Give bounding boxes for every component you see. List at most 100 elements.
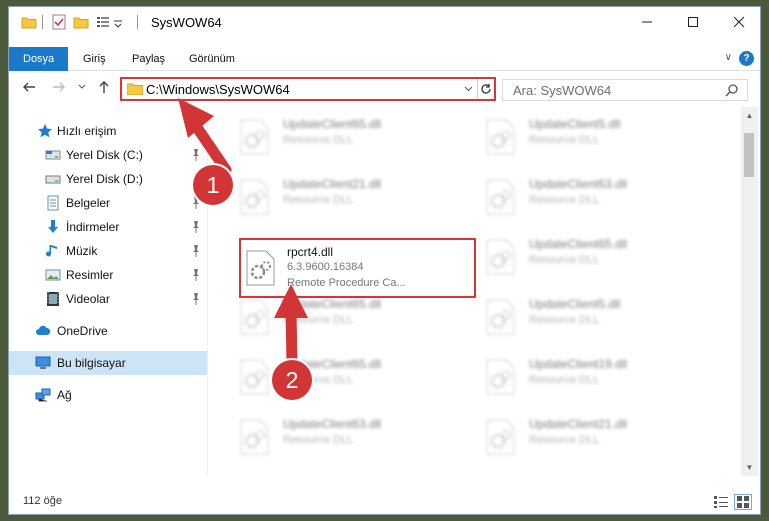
file-tile-highlighted[interactable]: rpcrt4.dll 6.3.9600.16384 Remote Procedu… bbox=[239, 238, 476, 298]
close-button[interactable] bbox=[716, 7, 760, 37]
customize-icon[interactable] bbox=[95, 14, 111, 30]
file-tile[interactable]: UpdateClient65.dll Resource DLL bbox=[461, 231, 691, 281]
sidebar-item-videos[interactable]: Videolar bbox=[9, 287, 207, 311]
arrow-up-icon bbox=[99, 81, 109, 93]
dll-file-icon bbox=[240, 359, 269, 395]
dll-file-icon bbox=[240, 119, 269, 155]
search-icon[interactable] bbox=[725, 83, 739, 97]
scroll-up-icon[interactable]: ▲ bbox=[741, 107, 758, 124]
address-path[interactable]: C:\Windows\SysWOW64 bbox=[146, 82, 290, 97]
title-bar: SysWOW64 bbox=[9, 7, 760, 37]
pin-icon[interactable] bbox=[191, 148, 201, 162]
pin-icon[interactable] bbox=[191, 220, 201, 234]
file-tile[interactable]: UpdateClient21.dll Resource DLL bbox=[461, 411, 691, 461]
navigation-bar: C:\Windows\SysWOW64 Ara: SysWOW64 bbox=[9, 71, 760, 105]
tab-view[interactable]: Görünüm bbox=[189, 47, 235, 71]
properties-icon[interactable] bbox=[51, 14, 67, 30]
dll-file-icon bbox=[240, 299, 269, 335]
search-box[interactable]: Ara: SysWOW64 bbox=[502, 79, 748, 101]
sidebar-item-pictures[interactable]: Resimler bbox=[9, 263, 207, 287]
file-name: UpdateClient65.dll bbox=[283, 117, 382, 131]
sidebar-item-label: Müzik bbox=[66, 244, 98, 258]
sidebar-item-quick-access[interactable]: Hızlı erişim bbox=[9, 119, 207, 143]
navigation-pane: Hızlı erişim Yerel Disk (C:) Yerel Disk … bbox=[9, 111, 207, 476]
help-icon[interactable]: ? bbox=[739, 51, 754, 66]
chevron-down-icon bbox=[464, 86, 472, 92]
sidebar-item-this-pc[interactable]: Bu bilgisayar bbox=[9, 351, 207, 375]
pin-icon[interactable] bbox=[191, 268, 201, 282]
sidebar-item-downloads[interactable]: İndirmeler bbox=[9, 215, 207, 239]
recent-locations-button[interactable] bbox=[77, 79, 87, 95]
forward-button[interactable] bbox=[51, 79, 67, 95]
sidebar-item-label: Yerel Disk (D:) bbox=[66, 172, 143, 186]
dll-file-icon bbox=[486, 299, 515, 335]
sidebar-item-label: Videolar bbox=[66, 292, 110, 306]
drive-icon bbox=[45, 175, 61, 184]
sidebar-item-documents[interactable]: Belgeler bbox=[9, 191, 207, 215]
file-description: Resource DLL bbox=[283, 134, 354, 146]
chevron-down-icon[interactable] bbox=[113, 14, 123, 30]
address-bar[interactable]: C:\Windows\SysWOW64 bbox=[120, 77, 496, 101]
tab-home[interactable]: Giriş bbox=[83, 47, 106, 71]
drive-icon bbox=[45, 150, 61, 160]
details-view-icon[interactable] bbox=[713, 495, 729, 509]
address-dropdown[interactable] bbox=[462, 81, 474, 97]
file-tile[interactable]: UpdateClient19.dll Resource DLL bbox=[461, 351, 691, 401]
sidebar-item-label: Bu bilgisayar bbox=[57, 356, 126, 370]
file-tile[interactable]: UpdateClient65.dll Resource DLL bbox=[215, 291, 445, 341]
file-tile[interactable]: UpdateClient5.dll Resource DLL bbox=[461, 111, 691, 161]
sidebar-item-onedrive[interactable]: OneDrive bbox=[9, 319, 207, 343]
scroll-down-icon[interactable]: ▼ bbox=[741, 459, 758, 476]
up-button[interactable] bbox=[96, 79, 112, 95]
file-description: Resource DLL bbox=[529, 254, 600, 266]
sidebar-item-local-disk-d[interactable]: Yerel Disk (D:) bbox=[9, 167, 207, 191]
file-description: Resource DLL bbox=[283, 314, 354, 326]
step-badge-1: 1 bbox=[193, 165, 233, 205]
file-tile[interactable]: UpdateClient21.dll Resource DLL bbox=[215, 171, 445, 221]
status-bar: 112 öğe bbox=[9, 490, 760, 514]
window-title: SysWOW64 bbox=[151, 15, 222, 30]
tab-share[interactable]: Paylaş bbox=[132, 47, 165, 71]
file-list: UpdateClient65.dll Resource DLL UpdateCl… bbox=[215, 107, 741, 476]
sidebar-item-network[interactable]: Ağ bbox=[9, 383, 207, 407]
refresh-button[interactable] bbox=[477, 79, 494, 99]
file-name: UpdateClient21.dll bbox=[529, 417, 628, 431]
sidebar-item-label: Ağ bbox=[57, 388, 72, 402]
back-button[interactable] bbox=[21, 79, 37, 95]
file-description: Resource DLL bbox=[529, 194, 600, 206]
pictures-icon bbox=[45, 269, 61, 281]
pin-icon[interactable] bbox=[191, 292, 201, 306]
tab-file[interactable]: Dosya bbox=[9, 47, 69, 71]
dll-file-icon bbox=[486, 359, 515, 395]
documents-icon bbox=[47, 195, 59, 211]
pin-icon[interactable] bbox=[191, 244, 201, 258]
file-version: 6.3.9600.16384 bbox=[287, 261, 364, 273]
file-tile[interactable]: UpdateClient65.dll Resource DLL bbox=[215, 111, 445, 161]
file-tile[interactable]: UpdateClient65.dll Resource DLL bbox=[215, 351, 445, 401]
step-badge-2: 2 bbox=[272, 360, 312, 400]
sidebar-item-label: Yerel Disk (C:) bbox=[66, 148, 143, 162]
file-name: UpdateClient21.dll bbox=[283, 177, 382, 191]
dll-file-icon bbox=[486, 119, 515, 155]
file-tile[interactable]: UpdateClient5.dll Resource DLL bbox=[461, 291, 691, 341]
scroll-thumb[interactable] bbox=[744, 133, 754, 177]
maximize-button[interactable] bbox=[670, 7, 716, 37]
folder-icon bbox=[21, 17, 37, 29]
vertical-scrollbar[interactable]: ▲ ▼ bbox=[741, 107, 758, 476]
file-description: Resource DLL bbox=[529, 434, 600, 446]
separator bbox=[137, 15, 138, 29]
folder-icon bbox=[127, 83, 143, 95]
file-description: Resource DLL bbox=[529, 134, 600, 146]
music-icon bbox=[46, 245, 57, 257]
sidebar-item-music[interactable]: Müzik bbox=[9, 239, 207, 263]
minimize-button[interactable] bbox=[624, 7, 670, 37]
videos-icon bbox=[47, 292, 59, 306]
search-input[interactable]: Ara: SysWOW64 bbox=[513, 83, 611, 98]
large-icons-view-icon[interactable] bbox=[734, 494, 752, 510]
sidebar-item-local-disk-c[interactable]: Yerel Disk (C:) bbox=[9, 143, 207, 167]
file-tile[interactable]: UpdateClient63.dll Resource DLL bbox=[461, 171, 691, 221]
file-tile[interactable]: UpdateClient63.dll Resource DLL bbox=[215, 411, 445, 461]
new-folder-icon[interactable] bbox=[73, 14, 89, 30]
chevron-down-icon[interactable]: ∨ bbox=[725, 52, 732, 63]
separator bbox=[42, 15, 43, 29]
